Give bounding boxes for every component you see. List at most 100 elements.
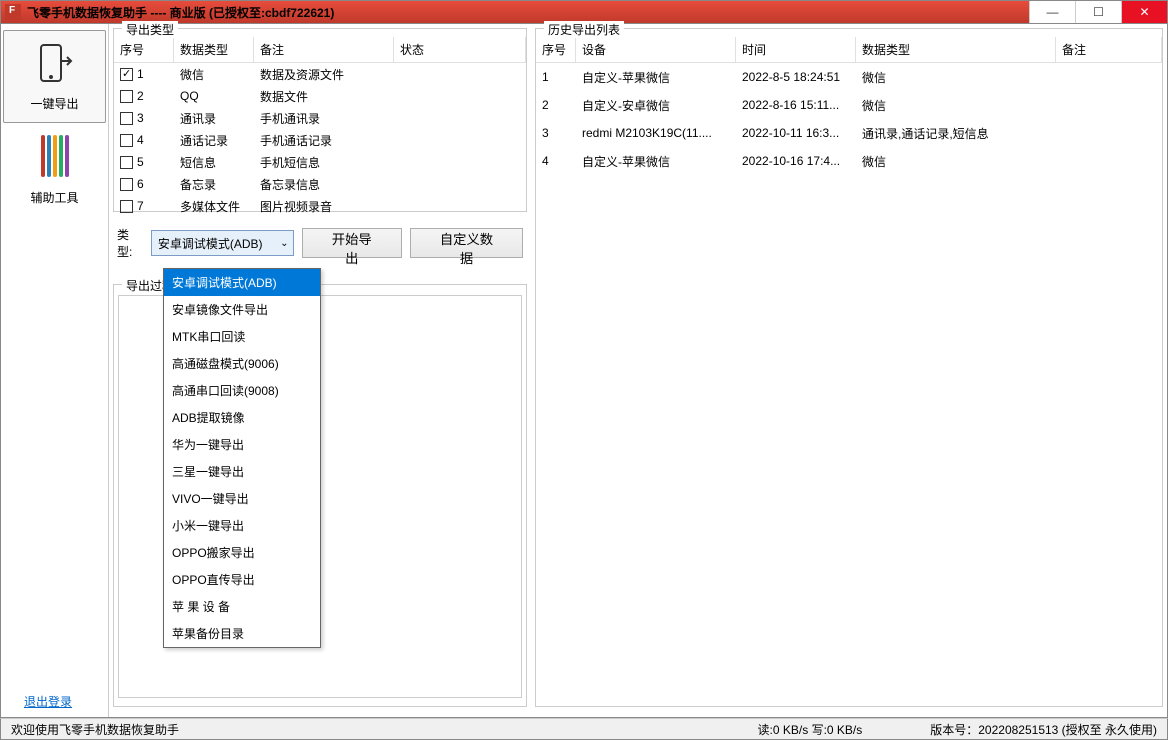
hrow-time: 2022-8-5 18:24:51 (736, 68, 856, 86)
dropdown-item[interactable]: 安卓调试模式(ADB) (164, 269, 320, 296)
hrow-datatype: 微信 (856, 151, 1056, 172)
hrow-time: 2022-10-11 16:3... (736, 124, 856, 142)
hcol-device[interactable]: 设备 (576, 37, 736, 62)
export-types-header: 序号 数据类型 备注 状态 (114, 37, 526, 63)
row-checkbox[interactable] (120, 112, 133, 125)
dropdown-item[interactable]: 苹果备份目录 (164, 620, 320, 647)
dropdown-item[interactable]: OPPO直传导出 (164, 566, 320, 593)
statusbar: 欢迎使用飞零手机数据恢复助手 读:0 KB/s 写:0 KB/s 版本号：202… (0, 718, 1168, 740)
row-checkbox[interactable] (120, 200, 133, 213)
export-type-row[interactable]: 3通讯录手机通讯录 (114, 107, 526, 129)
hrow-remark (1056, 159, 1162, 163)
dropdown-item[interactable]: 小米一键导出 (164, 512, 320, 539)
col-datatype[interactable]: 数据类型 (174, 37, 254, 62)
start-export-button[interactable]: 开始导出 (302, 228, 402, 258)
close-button[interactable]: ✕ (1121, 1, 1167, 23)
window-controls: — ☐ ✕ (1029, 1, 1167, 23)
col-remark[interactable]: 备注 (254, 37, 394, 62)
hrow-remark (1056, 103, 1162, 107)
row-checkbox[interactable] (120, 156, 133, 169)
dropdown-item[interactable]: MTK串口回读 (164, 323, 320, 350)
export-type-row[interactable]: 5短信息手机短信息 (114, 151, 526, 173)
row-remark: 手机短信息 (254, 152, 394, 173)
app-icon (5, 4, 21, 20)
dropdown-item[interactable]: VIVO一键导出 (164, 485, 320, 512)
row-status (394, 94, 526, 98)
type-label: 类型: (117, 226, 143, 260)
dropdown-item[interactable]: ADB提取镜像 (164, 404, 320, 431)
history-row[interactable]: 3redmi M2103K19C(11....2022-10-11 16:3..… (536, 119, 1162, 147)
history-row[interactable]: 1自定义-苹果微信2022-8-5 18:24:51微信 (536, 63, 1162, 91)
dropdown-item[interactable]: 华为一键导出 (164, 431, 320, 458)
hrow-seq: 3 (536, 124, 576, 142)
col-status[interactable]: 状态 (394, 37, 526, 62)
hrow-datatype: 微信 (856, 95, 1056, 116)
hcol-seq[interactable]: 序号 (536, 37, 576, 62)
row-checkbox[interactable] (120, 90, 133, 103)
dropdown-item[interactable]: 高通磁盘模式(9006) (164, 350, 320, 377)
sidebar-label-tools: 辅助工具 (30, 189, 78, 206)
hcol-time[interactable]: 时间 (736, 37, 856, 62)
row-type: 短信息 (174, 152, 254, 173)
sidebar-label-export: 一键导出 (30, 95, 78, 112)
hrow-device: 自定义-苹果微信 (576, 151, 736, 172)
maximize-button[interactable]: ☐ (1075, 1, 1121, 23)
row-status (394, 116, 526, 120)
row-type: 通讯录 (174, 108, 254, 129)
row-status (394, 204, 526, 208)
hrow-seq: 4 (536, 152, 576, 170)
row-remark: 图片视频录音 (254, 196, 394, 217)
row-type: QQ (174, 87, 254, 105)
history-row[interactable]: 4自定义-苹果微信2022-10-16 17:4...微信 (536, 147, 1162, 175)
custom-data-button[interactable]: 自定义数据 (410, 228, 523, 258)
export-type-row[interactable]: 6备忘录备忘录信息 (114, 173, 526, 195)
hrow-remark (1056, 75, 1162, 79)
col-seq[interactable]: 序号 (114, 37, 174, 62)
sidebar-item-export[interactable]: 一键导出 (3, 30, 106, 123)
history-title: 历史导出列表 (544, 21, 624, 38)
row-remark: 手机通话记录 (254, 130, 394, 151)
hrow-datatype: 通讯录,通话记录,短信息 (856, 123, 1056, 144)
row-status (394, 138, 526, 142)
hrow-remark (1056, 131, 1162, 135)
status-welcome: 欢迎使用飞零手机数据恢复助手 (7, 721, 183, 738)
hrow-time: 2022-10-16 17:4... (736, 152, 856, 170)
hrow-time: 2022-8-16 15:11... (736, 96, 856, 114)
row-remark: 备忘录信息 (254, 174, 394, 195)
hcol-datatype[interactable]: 数据类型 (856, 37, 1056, 62)
row-remark: 数据文件 (254, 86, 394, 107)
hrow-seq: 1 (536, 68, 576, 86)
hrow-datatype: 微信 (856, 67, 1056, 88)
row-checkbox[interactable] (120, 68, 133, 81)
hrow-device: redmi M2103K19C(11.... (576, 124, 736, 142)
export-types-group: 导出类型 序号 数据类型 备注 状态 1微信数据及资源文件2QQ数据文件3通讯录… (113, 28, 527, 212)
export-type-row[interactable]: 2QQ数据文件 (114, 85, 526, 107)
dropdown-item[interactable]: 高通串口回读(9008) (164, 377, 320, 404)
history-group: 历史导出列表 序号 设备 时间 数据类型 备注 1自定义-苹果微信2022-8-… (535, 28, 1163, 707)
dropdown-item[interactable]: OPPO搬家导出 (164, 539, 320, 566)
window-title: 飞零手机数据恢复助手 ---- 商业版 (已授权至:cbdf722621) (25, 4, 1029, 21)
controls-row: 类型: 安卓调试模式(ADB) ⌄ 开始导出 自定义数据 (113, 218, 527, 268)
row-status (394, 72, 526, 76)
status-speed: 读:0 KB/s 写:0 KB/s (754, 721, 867, 738)
row-remark: 数据及资源文件 (254, 64, 394, 85)
dropdown-item[interactable]: 三星一键导出 (164, 458, 320, 485)
dropdown-item[interactable]: 苹 果 设 备 (164, 593, 320, 620)
export-type-row[interactable]: 1微信数据及资源文件 (114, 63, 526, 85)
history-header: 序号 设备 时间 数据类型 备注 (536, 37, 1162, 63)
dropdown-item[interactable]: 安卓镜像文件导出 (164, 296, 320, 323)
type-combo[interactable]: 安卓调试模式(ADB) ⌄ (151, 230, 294, 256)
row-status (394, 182, 526, 186)
export-type-row[interactable]: 4通话记录手机通话记录 (114, 129, 526, 151)
row-checkbox[interactable] (120, 134, 133, 147)
sidebar: 一键导出 辅助工具 (1, 24, 109, 717)
history-row[interactable]: 2自定义-安卓微信2022-8-16 15:11...微信 (536, 91, 1162, 119)
logout-link[interactable]: 退出登录 (24, 693, 72, 710)
export-type-row[interactable]: 7多媒体文件图片视频录音 (114, 195, 526, 217)
sidebar-item-tools[interactable]: 辅助工具 (1, 125, 108, 216)
minimize-button[interactable]: — (1029, 1, 1075, 23)
row-checkbox[interactable] (120, 178, 133, 191)
type-dropdown: 安卓调试模式(ADB)安卓镜像文件导出MTK串口回读高通磁盘模式(9006)高通… (163, 268, 321, 648)
hcol-remark[interactable]: 备注 (1056, 37, 1162, 62)
row-type: 备忘录 (174, 174, 254, 195)
